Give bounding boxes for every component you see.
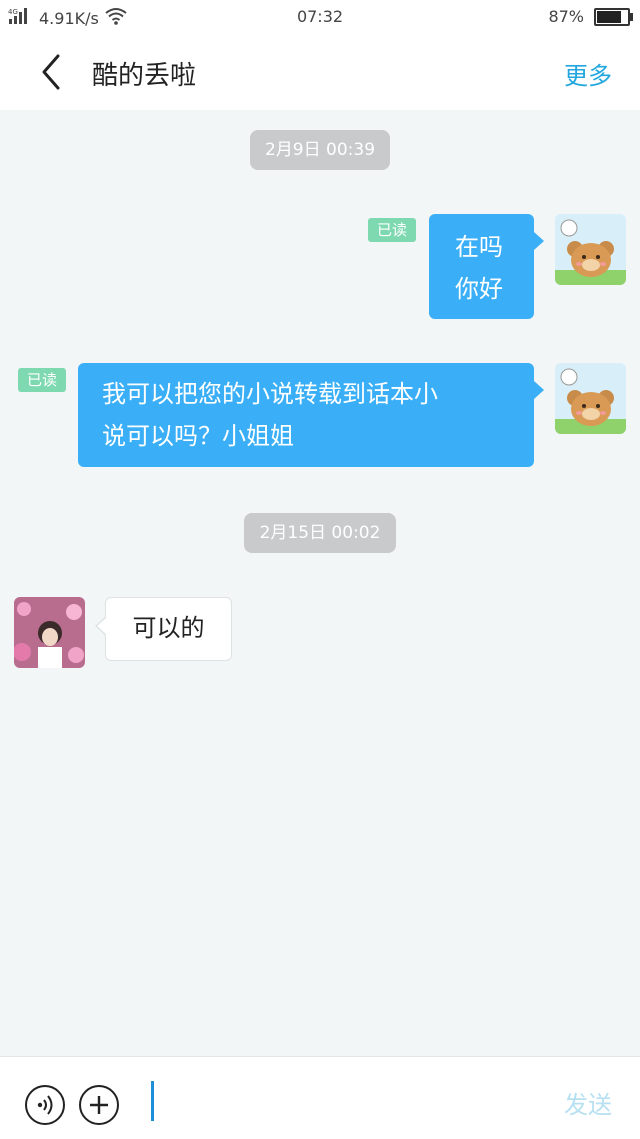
bear-avatar-icon [555,214,626,285]
more-button[interactable]: 更多 [564,56,612,91]
text-cursor [151,1081,154,1121]
message-text: 我可以把您的小说转载到话本小 [102,380,438,408]
timestamp: 2月9日 00:39 [250,130,390,170]
battery-fill [597,10,622,23]
voice-button[interactable] [25,1085,65,1125]
clock: 07:32 [296,7,344,26]
message-input[interactable] [146,1077,550,1119]
status-right: 87% [548,7,633,26]
avatar-self[interactable] [555,363,626,434]
send-button[interactable]: 发送 [564,1085,612,1120]
back-button[interactable] [34,52,70,92]
read-badge: 已读 [368,218,416,242]
message-bubble-outgoing[interactable]: 在吗 你好 [429,214,544,319]
bear-avatar-icon [555,363,626,434]
voice-icon [37,1095,53,1115]
avatar-contact[interactable] [14,597,85,668]
message-text: 在吗 [455,233,503,261]
nav-bar: 酷的丢啦 更多 [0,34,640,110]
message-text: 你好 [455,275,503,303]
message-bubble-outgoing[interactable]: 我可以把您的小说转载到话本小 说可以吗？小姐姐 [78,363,544,467]
message-text: 说可以吗？小姐姐 [102,422,294,450]
chevron-left-icon [42,54,60,90]
read-badge: 已读 [18,368,66,392]
message-bubble-incoming[interactable]: 可以的 [95,597,232,661]
add-button[interactable] [79,1085,119,1125]
avatar-self[interactable] [555,214,626,285]
contact-photo-icon [14,597,85,668]
battery-percent: 87% [548,7,584,26]
chat-title: 酷的丢啦 [92,61,197,91]
chat-area[interactable]: 2月9日 00:39 已读 在吗 你好 已读 我可以把您的小说转载到话本小 说可… [0,110,640,1056]
plus-icon [90,1096,108,1114]
input-bar: 发送 [0,1056,640,1139]
battery-icon [594,7,633,26]
timestamp: 2月15日 00:02 [244,513,396,553]
status-bar: 4G 4.91K/s 07:32 87% [0,0,640,34]
